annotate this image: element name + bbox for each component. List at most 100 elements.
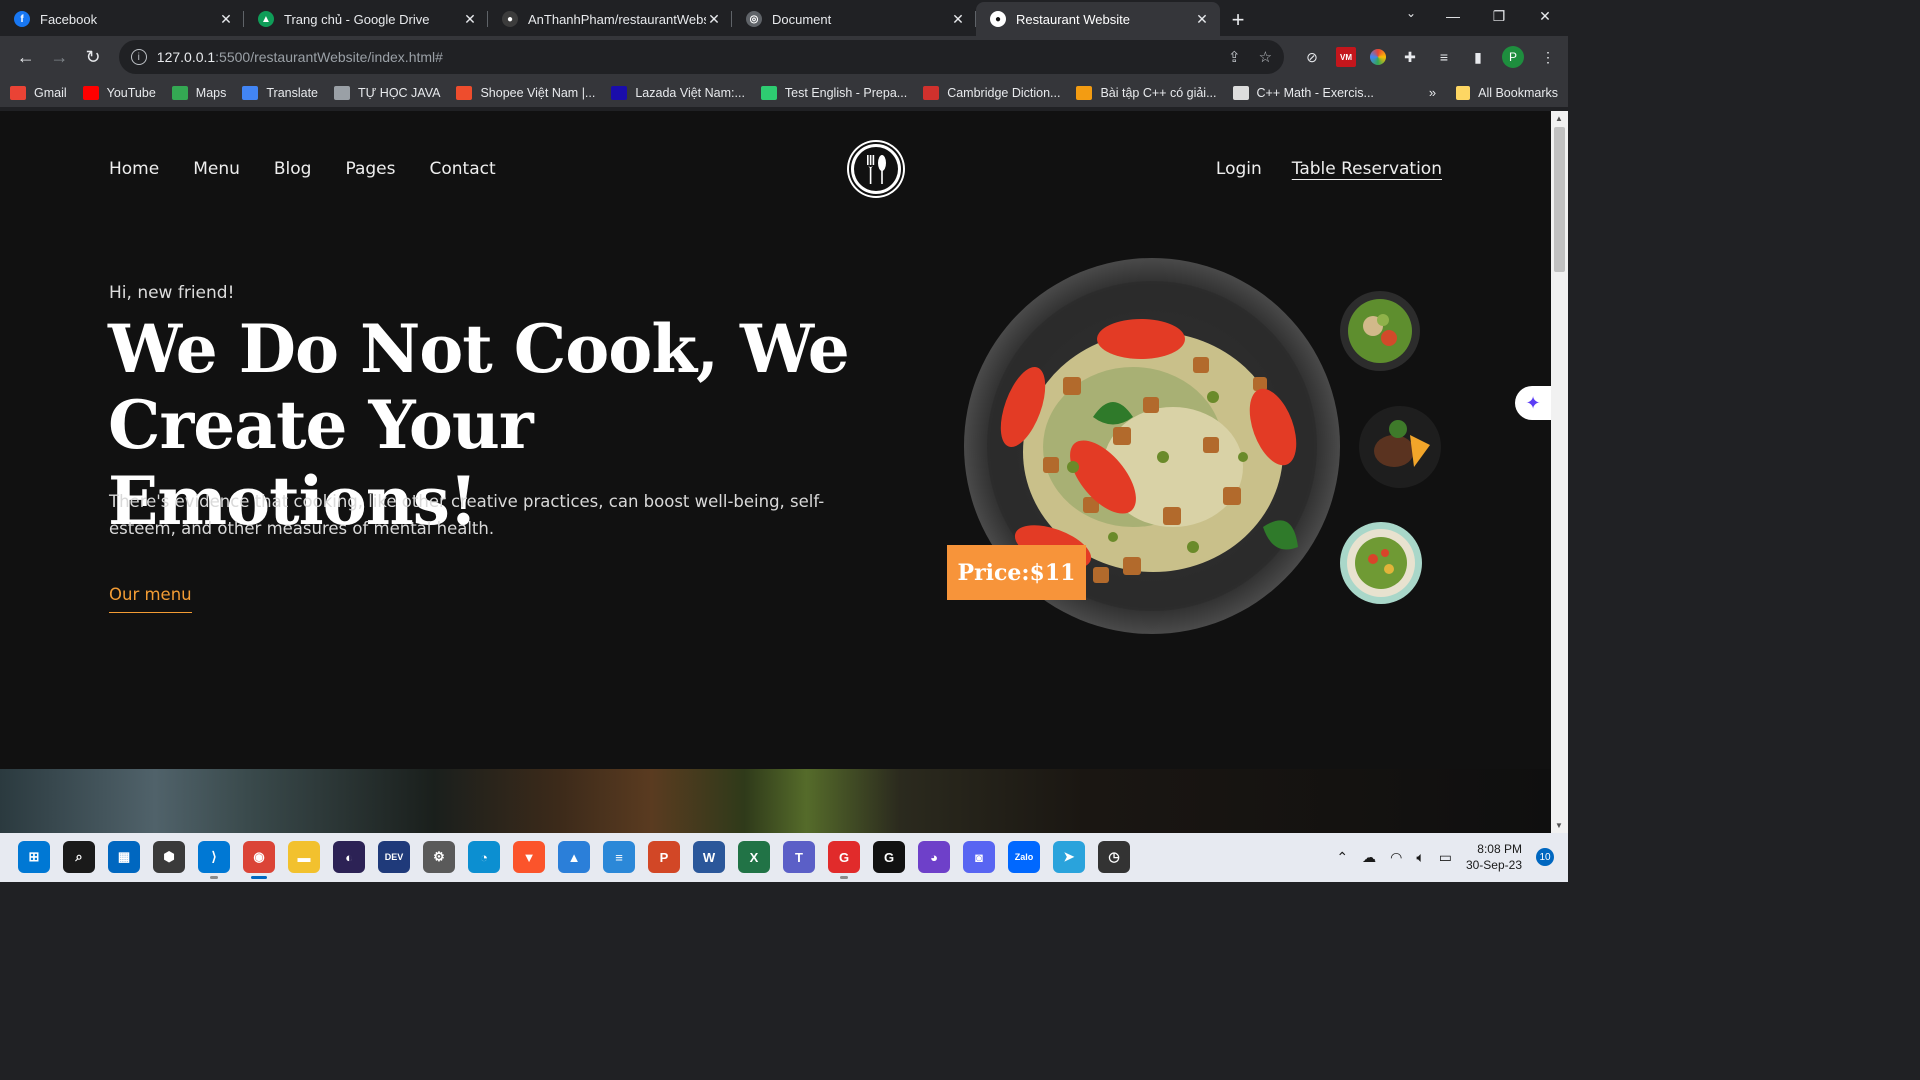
edge-icon[interactable]: ◔ bbox=[468, 841, 500, 873]
store-icon[interactable]: ▦ bbox=[108, 841, 140, 873]
tab-close-icon[interactable]: ✕ bbox=[218, 11, 234, 28]
github-icon[interactable]: ◕ bbox=[918, 841, 950, 873]
bookmark-item[interactable]: C++ Math - Exercis... bbox=[1232, 85, 1374, 100]
next-section-image bbox=[0, 769, 1551, 833]
bookmark-item[interactable]: Bài tập C++ có giải... bbox=[1076, 85, 1217, 100]
minimize-icon[interactable]: — bbox=[1430, 0, 1476, 32]
search-icon[interactable]: ⌕ bbox=[63, 841, 95, 873]
nav-link-pages[interactable]: Pages bbox=[345, 159, 395, 179]
excel-icon[interactable]: X bbox=[738, 841, 770, 873]
bookmark-favicon-icon bbox=[82, 85, 99, 100]
bookmark-item[interactable]: Lazada Việt Nam:... bbox=[611, 85, 745, 100]
back-icon[interactable]: ← bbox=[10, 41, 42, 73]
extensions-puzzle-icon[interactable]: ✚ bbox=[1400, 47, 1420, 67]
tab-strip: f Facebook ✕ ▲ Trang chủ - Google Drive ✕ ● AnT… bbox=[0, 0, 1568, 36]
steak-thumbnail[interactable] bbox=[1358, 405, 1442, 489]
word-icon[interactable]: W bbox=[693, 841, 725, 873]
chevron-up-icon[interactable]: ⌃ bbox=[1336, 849, 1348, 866]
garena2-icon[interactable]: G bbox=[873, 841, 905, 873]
folder-icon bbox=[1456, 85, 1471, 100]
tab-close-icon[interactable]: ✕ bbox=[462, 11, 478, 28]
volume-icon[interactable]: 🔈︎ bbox=[1416, 849, 1424, 866]
chrome-icon[interactable]: ◉ bbox=[243, 841, 275, 879]
scroll-down-icon[interactable]: ▼ bbox=[1555, 821, 1563, 830]
brave-icon[interactable]: ▼ bbox=[513, 841, 545, 873]
table-reservation-link[interactable]: Table Reservation bbox=[1292, 159, 1442, 179]
file-explorer-icon[interactable]: ▬ bbox=[288, 841, 320, 873]
cube-app-icon[interactable]: ⬢ bbox=[153, 841, 185, 873]
tab-2[interactable]: ● AnThanhPham/restaurantWebsit ✕ bbox=[488, 2, 732, 36]
our-menu-link[interactable]: Our menu bbox=[109, 585, 192, 613]
close-window-icon[interactable]: ✕ bbox=[1522, 0, 1568, 32]
clock[interactable]: 8:08 PM 30-Sep-23 bbox=[1466, 841, 1522, 873]
taskbar-apps: ⊞ ⌕ ▦ ⬢ ⟩ ◉ ▬ ◐ DEV ⚙ ◔ ▼ ▲ ≡ P W X T G G ◕ ◙ Zalo ➤ ◷ bbox=[18, 841, 1130, 879]
bookmark-item[interactable]: Shopee Việt Nam |... bbox=[456, 85, 595, 100]
bookmark-item[interactable]: TỰ HỌC JAVA bbox=[334, 85, 441, 100]
reload-icon[interactable]: ↻ bbox=[77, 41, 109, 73]
bookmark-star-icon[interactable]: ☆ bbox=[1259, 48, 1272, 66]
tab-0[interactable]: f Facebook ✕ bbox=[0, 2, 244, 36]
eclipse-icon[interactable]: ◐ bbox=[333, 841, 365, 873]
share-icon[interactable]: ⇪ bbox=[1228, 48, 1241, 66]
teams-icon[interactable]: T bbox=[783, 841, 815, 873]
wifi-icon[interactable]: ◠ bbox=[1390, 849, 1402, 866]
telegram-icon[interactable]: ➤ bbox=[1053, 841, 1085, 873]
nav-link-menu[interactable]: Menu bbox=[193, 159, 240, 179]
tab-close-icon[interactable]: ✕ bbox=[706, 11, 722, 28]
reading-list-icon[interactable]: ≡ bbox=[1434, 47, 1454, 67]
notification-badge[interactable]: 10 bbox=[1536, 848, 1554, 866]
devc-icon[interactable]: DEV bbox=[378, 841, 410, 873]
color-extension-icon[interactable] bbox=[1370, 49, 1387, 65]
salad-thumbnail-1[interactable] bbox=[1339, 290, 1421, 372]
photos-icon[interactable]: ▲ bbox=[558, 841, 590, 873]
onedrive-cloud-icon[interactable]: ☁ bbox=[1362, 849, 1376, 866]
forward-icon[interactable]: → bbox=[44, 41, 76, 73]
site-info-icon[interactable]: i bbox=[130, 49, 147, 65]
settings-icon[interactable]: ⚙ bbox=[423, 841, 455, 873]
side-panel-icon[interactable]: ▮ bbox=[1468, 47, 1488, 67]
nav-link-blog[interactable]: Blog bbox=[274, 159, 312, 179]
nav-link-home[interactable]: Home bbox=[109, 159, 159, 179]
bookmark-item[interactable]: Translate bbox=[242, 85, 318, 100]
compass-extension-icon[interactable]: ⊘ bbox=[1302, 47, 1322, 67]
windows-start-icon[interactable]: ⊞ bbox=[18, 841, 50, 873]
clock-app-icon[interactable]: ◷ bbox=[1098, 841, 1130, 873]
tab-3[interactable]: ◎ Document ✕ bbox=[732, 2, 976, 36]
page-scrollbar[interactable]: ▲ ▼ bbox=[1551, 111, 1568, 833]
bookmark-item[interactable]: YouTube bbox=[82, 85, 156, 100]
garena-icon[interactable]: G bbox=[828, 841, 860, 879]
discord-icon[interactable]: ◙ bbox=[963, 841, 995, 873]
battery-icon[interactable]: ▭ bbox=[1439, 849, 1452, 866]
bookmark-item[interactable]: Maps bbox=[171, 85, 226, 100]
tab-close-icon[interactable]: ✕ bbox=[950, 11, 966, 28]
notepad-icon[interactable]: ≡ bbox=[603, 841, 635, 873]
nav-link-contact[interactable]: Contact bbox=[429, 159, 495, 179]
tab-close-icon[interactable]: ✕ bbox=[1194, 11, 1210, 28]
login-link[interactable]: Login bbox=[1216, 159, 1262, 179]
scrollbar-thumb[interactable] bbox=[1554, 127, 1565, 272]
restore-icon[interactable]: ❐ bbox=[1476, 0, 1522, 32]
salad-thumbnail-2[interactable] bbox=[1339, 521, 1423, 605]
address-bar[interactable]: i 127.0.0.1:5500/restaurantWebsite/index… bbox=[118, 40, 1285, 74]
site-nav-right: Login Table Reservation bbox=[1216, 159, 1442, 179]
restaurant-logo-icon[interactable] bbox=[849, 142, 903, 196]
bookmark-label: TỰ HỌC JAVA bbox=[358, 85, 441, 100]
tab-1[interactable]: ▲ Trang chủ - Google Drive ✕ bbox=[244, 2, 488, 36]
profile-avatar[interactable]: P bbox=[1502, 46, 1525, 68]
zalo-icon[interactable]: Zalo bbox=[1008, 841, 1040, 873]
vm-extension-icon[interactable]: VM bbox=[1336, 47, 1357, 67]
tab-search-icon[interactable]: ⌄ bbox=[1406, 6, 1416, 20]
tab-title: Trang chủ - Google Drive bbox=[284, 11, 430, 27]
all-bookmarks-folder[interactable]: All Bookmarks bbox=[1456, 85, 1558, 100]
bookmark-item[interactable]: Cambridge Diction... bbox=[923, 85, 1060, 100]
bookmark-item[interactable]: Test English - Prepa... bbox=[760, 85, 907, 100]
vscode-icon[interactable]: ⟩ bbox=[198, 841, 230, 879]
bookmark-item[interactable]: Gmail bbox=[10, 85, 67, 100]
menu-kebab-icon[interactable]: ⋮ bbox=[1538, 47, 1558, 67]
bookmarks-overflow-icon[interactable]: » bbox=[1429, 85, 1436, 100]
ai-assistant-sparkle-icon[interactable]: ✦ bbox=[1515, 386, 1551, 420]
new-tab-button[interactable]: + bbox=[1222, 4, 1254, 36]
powerpoint-icon[interactable]: P bbox=[648, 841, 680, 873]
tab-4[interactable]: ● Restaurant Website ✕ bbox=[976, 2, 1220, 36]
scroll-up-icon[interactable]: ▲ bbox=[1555, 114, 1563, 123]
